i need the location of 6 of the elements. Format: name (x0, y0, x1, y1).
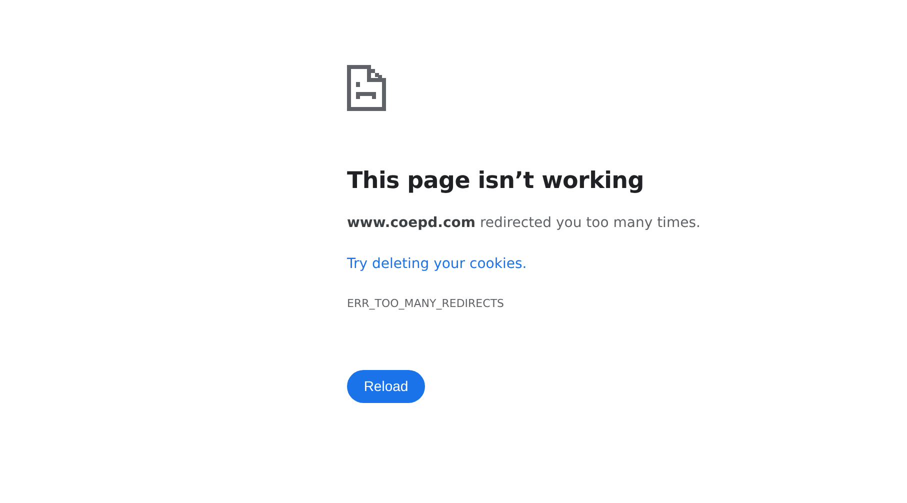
error-code: ERR_TOO_MANY_REDIRECTS (347, 296, 506, 311)
reload-button[interactable]: Reload (347, 370, 425, 403)
suggestion-link[interactable]: Try deleting your cookies. (347, 254, 527, 274)
sad-page-icon (347, 65, 386, 111)
error-message: www.coepd.com redirected you too many times. (347, 214, 702, 233)
error-heading: This page isn’t working (347, 167, 645, 195)
